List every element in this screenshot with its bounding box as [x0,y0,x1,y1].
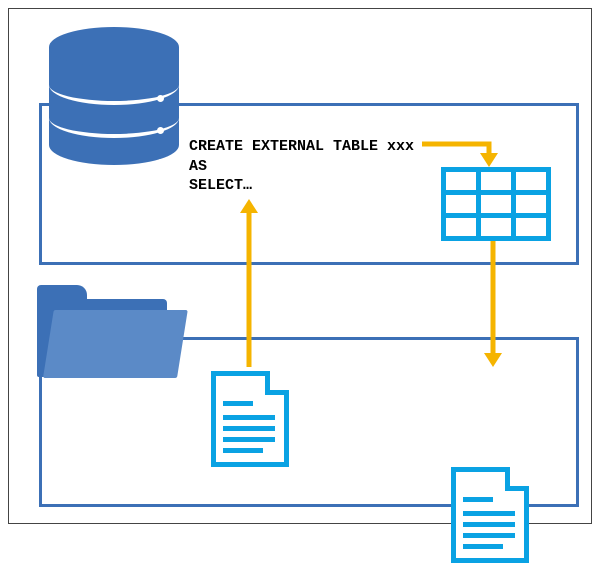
database-icon [49,27,179,177]
output-file-icon [451,467,529,563]
source-file-icon [211,371,289,467]
sql-line-2: AS [189,157,414,177]
sql-line-3: SELECT… [189,176,414,196]
sql-line-1: CREATE EXTERNAL TABLE xxx [189,137,414,157]
external-table-icon [441,167,551,241]
sql-statement: CREATE EXTERNAL TABLE xxx AS SELECT… [189,137,414,196]
folder-icon [37,285,177,380]
diagram-frame: CREATE EXTERNAL TABLE xxx AS SELECT… [8,8,592,524]
